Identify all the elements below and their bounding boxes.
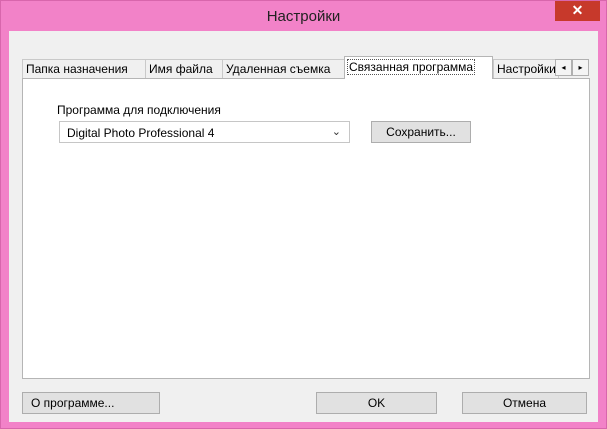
tab-label: Имя файла — [149, 62, 213, 76]
tab-file-name[interactable]: Имя файла — [145, 59, 223, 78]
ok-button[interactable]: OK — [316, 392, 437, 414]
tab-scroll-left-button[interactable]: ◂ — [555, 59, 572, 76]
cancel-button[interactable]: Отмена — [462, 392, 587, 414]
save-button[interactable]: Сохранить... — [371, 121, 471, 143]
tab-linked-program[interactable]: Связанная программа — [344, 56, 493, 79]
settings-window: Настройки ✕ Папка назначения Имя файла У… — [0, 0, 607, 429]
title-bar: Настройки ✕ — [1, 1, 606, 31]
left-arrow-icon: ◂ — [561, 63, 566, 72]
tab-strip: Папка назначения Имя файла Удаленная съе… — [22, 56, 590, 79]
program-select[interactable]: Digital Photo Professional 4 ⌄ — [59, 121, 350, 143]
tab-label: Удаленная съемка — [226, 62, 331, 76]
program-select-value: Digital Photo Professional 4 — [67, 126, 215, 140]
program-label: Программа для подключения — [57, 103, 221, 117]
chevron-down-icon: ⌄ — [331, 126, 341, 138]
dialog-body: Папка назначения Имя файла Удаленная съе… — [9, 31, 598, 422]
tab-scroll-buttons: ◂ ▸ — [555, 59, 589, 76]
window-title: Настройки — [266, 8, 341, 25]
close-icon: ✕ — [571, 2, 584, 18]
tab-destination-folder[interactable]: Папка назначения — [22, 59, 146, 78]
tab-label: Папка назначения — [26, 62, 128, 76]
tab-settings[interactable]: Настройки — [493, 59, 559, 78]
close-button[interactable]: ✕ — [555, 1, 600, 21]
tab-remote-shooting[interactable]: Удаленная съемка — [222, 59, 345, 78]
about-button[interactable]: О программе... — [22, 392, 160, 414]
tab-label: Настройки — [497, 62, 556, 76]
tab-scroll-right-button[interactable]: ▸ — [572, 59, 589, 76]
tab-label: Связанная программа — [346, 59, 476, 75]
right-arrow-icon: ▸ — [578, 63, 583, 72]
